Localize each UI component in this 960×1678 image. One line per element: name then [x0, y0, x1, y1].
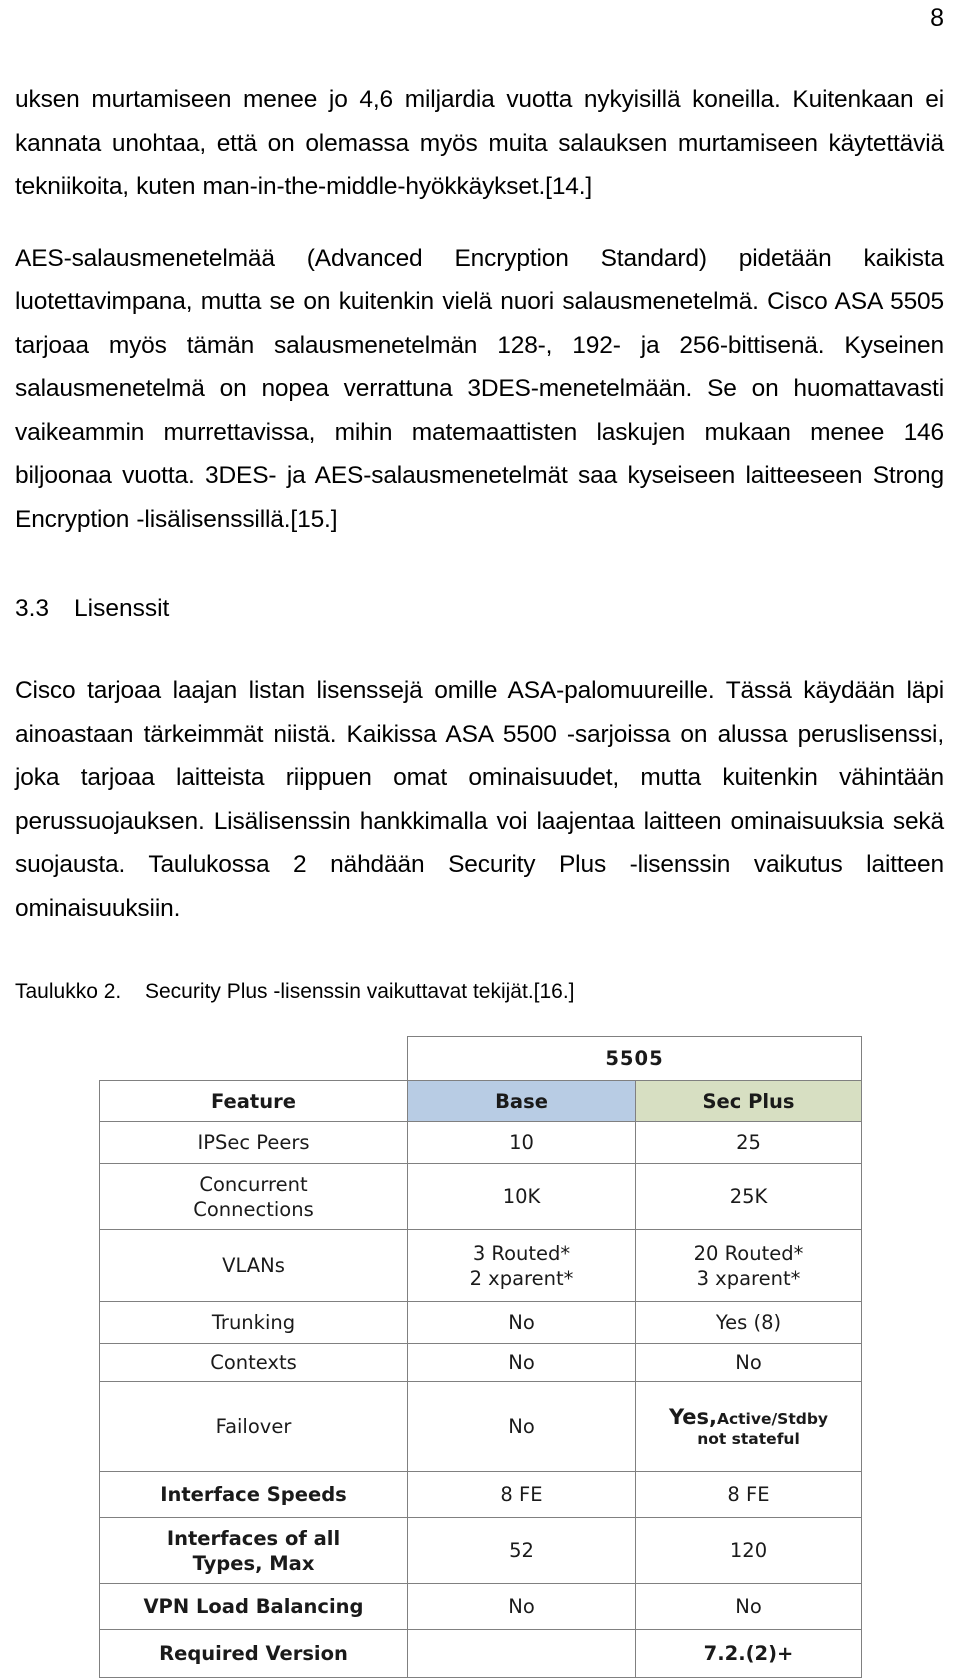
table-row: VPN Load Balancing No No — [99, 1583, 862, 1630]
column-header-sec-plus: Sec Plus — [635, 1080, 862, 1122]
table-group-header-5505: 5505 — [407, 1036, 862, 1081]
feature-line-2: Types, Max — [192, 1551, 315, 1575]
row-feature-label: Concurrent Connections — [99, 1163, 408, 1230]
table-caption: Taulukko 2. Security Plus -lisenssin vai… — [15, 978, 944, 1006]
column-header-base: Base — [407, 1080, 636, 1122]
table-row-group-header: 5505 — [100, 1036, 862, 1081]
row-sec-value: 8 FE — [635, 1471, 862, 1518]
row-sec-value: No — [635, 1343, 862, 1382]
paragraph-2: AES-salausmenetelmää (Advanced Encryptio… — [15, 244, 944, 533]
failover-sub-2: not stateful — [697, 1429, 800, 1448]
column-header-feature: Feature — [99, 1080, 408, 1122]
failover-yes-label: Yes, — [668, 1404, 717, 1429]
row-feature-label: Interface Speeds — [99, 1471, 408, 1518]
page-number: 8 — [930, 4, 944, 32]
table-row: Trunking No Yes (8) — [99, 1301, 862, 1344]
table-row: IPSec Peers 10 25 — [99, 1121, 862, 1164]
row-base-value: No — [407, 1381, 636, 1472]
row-sec-value: Yes,Active/Stdby not stateful — [635, 1381, 862, 1472]
row-base-value: 3 Routed* 2 xparent* — [407, 1229, 636, 1302]
row-feature-label: Trunking — [99, 1301, 408, 1344]
table-row: Failover No Yes,Active/Stdby not statefu… — [99, 1381, 862, 1472]
paragraph-1: uksen murtamiseen menee jo 4,6 miljardia… — [15, 86, 944, 200]
row-base-value: 10 — [407, 1121, 636, 1164]
sec-line-2: 3 xparent* — [696, 1266, 801, 1290]
failover-sub-1: Active/Stdby — [716, 1409, 829, 1428]
row-sec-value: 25 — [635, 1121, 862, 1164]
row-sec-value: 7.2.(2)+ — [635, 1629, 862, 1678]
table-row: VLANs 3 Routed* 2 xparent* 20 Routed* 3 … — [99, 1229, 862, 1302]
base-line-2: 2 xparent* — [469, 1266, 574, 1290]
row-feature-label: Contexts — [99, 1343, 408, 1382]
section-heading: 3.3 Lisenssit — [15, 593, 944, 625]
section-number: 3.3 — [15, 595, 50, 622]
row-sec-value: No — [635, 1583, 862, 1630]
row-sec-value: Yes (8) — [635, 1301, 862, 1344]
document-body: uksen murtamiseen menee jo 4,6 miljardia… — [15, 78, 944, 1006]
row-feature-label: IPSec Peers — [99, 1121, 408, 1164]
table-header-row: Feature Base Sec Plus — [99, 1080, 862, 1122]
row-sec-value: 25K — [635, 1163, 862, 1230]
row-base-value: No — [407, 1301, 636, 1344]
paragraph-3: Cisco tarjoaa laajan listan lisenssejä o… — [15, 677, 944, 922]
sec-line-1: 20 Routed* — [693, 1241, 804, 1265]
table-row: Required Version 7.2.(2)+ — [99, 1629, 862, 1678]
row-feature-label: VPN Load Balancing — [99, 1583, 408, 1630]
row-base-value — [407, 1629, 636, 1678]
table-row: Contexts No No — [99, 1343, 862, 1382]
row-feature-label: Interfaces of all Types, Max — [99, 1517, 408, 1584]
row-base-value: 10K — [407, 1163, 636, 1230]
table-cell-empty — [100, 1037, 408, 1081]
row-sec-value: 20 Routed* 3 xparent* — [635, 1229, 862, 1302]
section-title: Lisenssit — [74, 595, 170, 622]
base-line-1: 3 Routed* — [472, 1241, 571, 1265]
row-sec-value: 120 — [635, 1517, 862, 1584]
failover-sec-inline: Yes,Active/Stdby — [636, 1405, 861, 1430]
row-base-value: 8 FE — [407, 1471, 636, 1518]
row-base-value: No — [407, 1583, 636, 1630]
spec-table-figure: 5505 Feature Base Sec Plus IPSec Peers 1… — [99, 1036, 862, 1678]
table-row: Interfaces of all Types, Max 52 120 — [99, 1517, 862, 1584]
spec-table: 5505 Feature Base Sec Plus IPSec Peers 1… — [99, 1036, 862, 1678]
feature-line-1: Interfaces of all — [166, 1526, 341, 1550]
row-feature-label: Failover — [99, 1381, 408, 1472]
row-base-value: 52 — [407, 1517, 636, 1584]
table-caption-label: Taulukko 2. — [15, 980, 122, 1003]
table-caption-text: Security Plus -lisenssin vaikuttavat tek… — [145, 980, 575, 1003]
document-page: 8 uksen murtamiseen menee jo 4,6 miljard… — [0, 0, 960, 1678]
row-feature-label: VLANs — [99, 1229, 408, 1302]
row-feature-label: Required Version — [99, 1629, 408, 1678]
table-row: Concurrent Connections 10K 25K — [99, 1163, 862, 1230]
feature-line-1: Concurrent — [199, 1172, 308, 1196]
table-row: Interface Speeds 8 FE 8 FE — [99, 1471, 862, 1518]
feature-line-2: Connections — [193, 1197, 314, 1221]
row-base-value: No — [407, 1343, 636, 1382]
